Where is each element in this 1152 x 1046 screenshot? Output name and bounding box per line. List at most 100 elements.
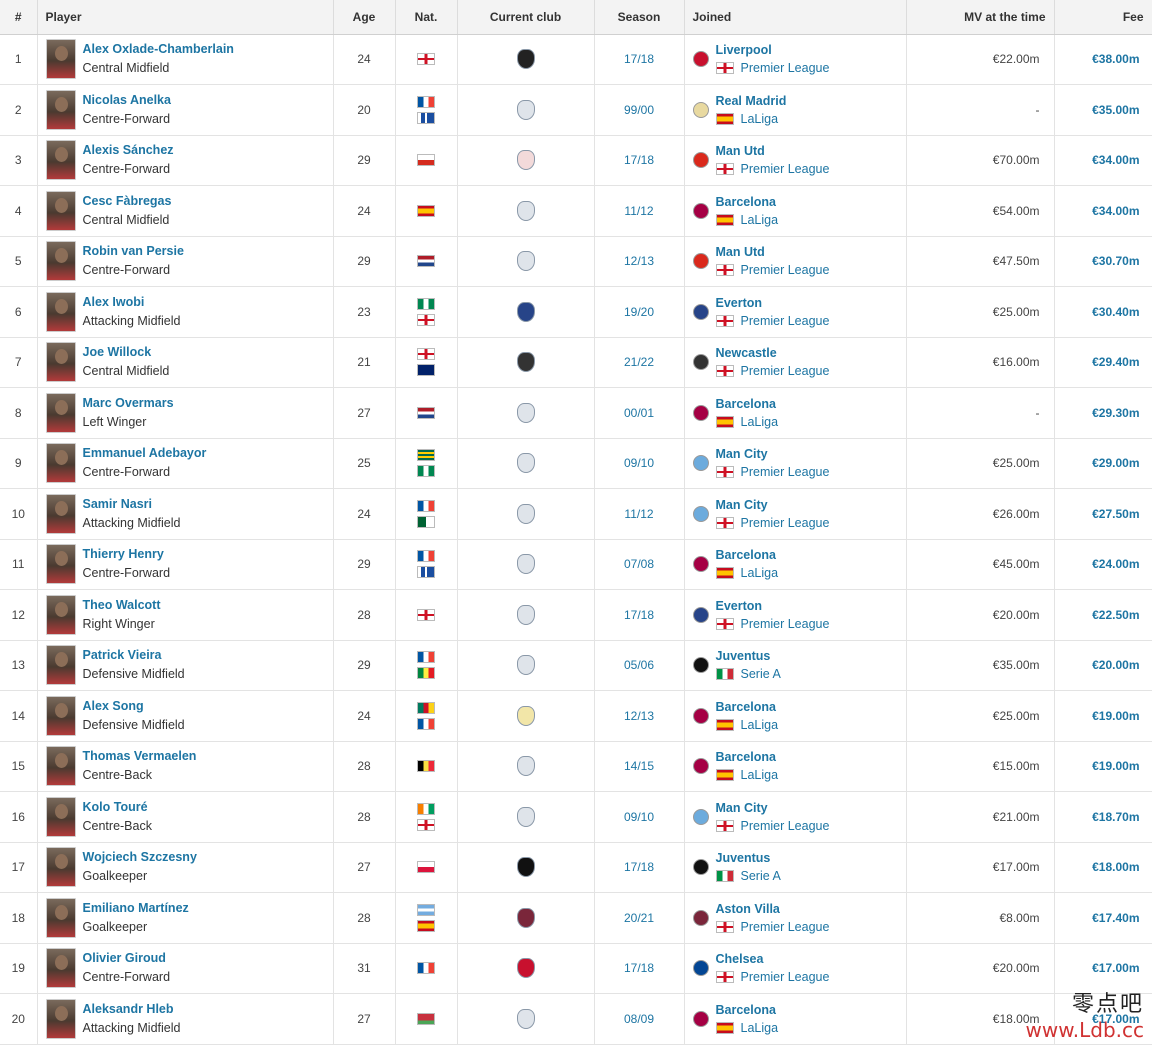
player-photo[interactable]	[45, 89, 76, 130]
player-photo[interactable]	[45, 392, 76, 433]
barcelona-crest-icon[interactable]	[692, 758, 709, 775]
juventus-crest-icon[interactable]	[692, 859, 709, 876]
player-photo[interactable]	[45, 948, 76, 989]
player-name-link[interactable]: Thomas Vermaelen	[83, 747, 197, 766]
joined-club-link[interactable]: Barcelona	[716, 395, 779, 413]
barcelona-crest-icon[interactable]	[692, 404, 709, 421]
joined-club-link[interactable]: Chelsea	[716, 950, 830, 968]
retired-icon[interactable]	[516, 453, 535, 474]
fee-cell[interactable]: €30.70m	[1054, 236, 1152, 287]
season-cell[interactable]: 11/12	[594, 185, 685, 237]
joined-club-link[interactable]: Man City	[716, 445, 830, 463]
fee-cell[interactable]: €34.00m	[1054, 185, 1152, 237]
man-city-crest-icon[interactable]	[692, 505, 709, 522]
fee-cell[interactable]: €27.50m	[1054, 488, 1152, 540]
juventus-crest-icon[interactable]	[692, 657, 709, 674]
retired-icon[interactable]	[516, 99, 535, 120]
header-nationality[interactable]: Nat.	[395, 0, 458, 35]
joined-club-link[interactable]: Juventus	[716, 647, 781, 665]
ac-milan-crest-icon[interactable]	[516, 958, 535, 979]
fee-cell[interactable]: €30.40m	[1054, 286, 1152, 338]
season-cell[interactable]: 17/18	[594, 589, 685, 641]
retired-icon[interactable]	[516, 806, 535, 827]
season-cell[interactable]: 14/15	[594, 741, 685, 792]
league-link[interactable]: Premier League	[741, 968, 830, 986]
header-age[interactable]: Age	[333, 0, 396, 35]
player-photo[interactable]	[45, 140, 76, 181]
player-photo[interactable]	[45, 291, 76, 332]
joined-club-link[interactable]: Man Utd	[716, 142, 830, 160]
joined-club-link[interactable]: Liverpool	[716, 41, 830, 59]
season-cell[interactable]: 21/22	[594, 337, 685, 388]
fee-cell[interactable]: €19.00m	[1054, 690, 1152, 742]
season-cell[interactable]: 17/18	[594, 943, 685, 994]
retired-icon[interactable]	[516, 604, 535, 625]
league-link[interactable]: LaLiga	[741, 716, 779, 734]
fee-cell[interactable]: €29.00m	[1054, 438, 1152, 489]
league-link[interactable]: Serie A	[741, 665, 781, 683]
header-rank[interactable]: #	[0, 0, 38, 35]
player-name-link[interactable]: Thierry Henry	[83, 545, 171, 564]
fee-cell[interactable]: €24.00m	[1054, 539, 1152, 590]
fee-cell[interactable]: €29.40m	[1054, 337, 1152, 388]
season-cell[interactable]: 17/18	[594, 135, 685, 186]
header-joined[interactable]: Joined	[684, 0, 907, 35]
player-name-link[interactable]: Cesc Fàbregas	[83, 192, 172, 211]
league-link[interactable]: Premier League	[741, 918, 830, 936]
player-name-link[interactable]: Nicolas Anelka	[83, 91, 171, 110]
season-cell[interactable]: 12/13	[594, 690, 685, 742]
header-season[interactable]: Season	[594, 0, 685, 35]
header-market-value[interactable]: MV at the time	[906, 0, 1055, 35]
player-photo[interactable]	[45, 241, 76, 282]
everton-crest-icon[interactable]	[516, 301, 535, 322]
joined-club-link[interactable]: Barcelona	[716, 193, 779, 211]
retired-icon[interactable]	[516, 756, 535, 777]
barcelona-crest-icon[interactable]	[692, 556, 709, 573]
chelsea-crest-icon[interactable]	[692, 960, 709, 977]
juventus-crest-icon[interactable]	[516, 857, 535, 878]
retired-icon[interactable]	[516, 655, 535, 676]
header-player[interactable]: Player	[37, 0, 334, 35]
season-cell[interactable]: 08/09	[594, 993, 685, 1045]
joined-club-link[interactable]: Barcelona	[716, 698, 779, 716]
league-link[interactable]: Premier League	[741, 817, 830, 835]
player-name-link[interactable]: Kolo Touré	[83, 798, 152, 817]
retired-icon[interactable]	[516, 402, 535, 423]
fee-cell[interactable]: €34.00m	[1054, 135, 1152, 186]
league-link[interactable]: Premier League	[741, 362, 830, 380]
player-name-link[interactable]: Patrick Vieira	[83, 646, 185, 665]
player-name-link[interactable]: Olivier Giroud	[83, 949, 171, 968]
season-cell[interactable]: 17/18	[594, 34, 685, 85]
aston-villa-crest-icon[interactable]	[692, 909, 709, 926]
player-photo[interactable]	[45, 695, 76, 736]
man-city-crest-icon[interactable]	[692, 455, 709, 472]
player-name-link[interactable]: Emmanuel Adebayor	[83, 444, 207, 463]
league-link[interactable]: LaLiga	[741, 110, 779, 128]
league-link[interactable]: Premier League	[741, 160, 830, 178]
player-name-link[interactable]: Theo Walcott	[83, 596, 161, 615]
liverpool-crest-icon[interactable]	[692, 51, 709, 68]
fee-cell[interactable]: €38.00m	[1054, 34, 1152, 85]
barcelona-crest-icon[interactable]	[692, 1010, 709, 1027]
joined-club-link[interactable]: Barcelona	[716, 1001, 779, 1019]
player-photo[interactable]	[45, 443, 76, 484]
retired-icon[interactable]	[516, 251, 535, 272]
season-cell[interactable]: 09/10	[594, 791, 685, 843]
player-name-link[interactable]: Alexis Sánchez	[83, 141, 174, 160]
season-cell[interactable]: 11/12	[594, 488, 685, 540]
player-photo[interactable]	[45, 897, 76, 938]
retired-icon[interactable]	[516, 554, 535, 575]
player-name-link[interactable]: Alex Song	[83, 697, 185, 716]
player-photo[interactable]	[45, 594, 76, 635]
joined-club-link[interactable]: Barcelona	[716, 748, 779, 766]
player-name-link[interactable]: Alex Oxlade-Chamberlain	[83, 40, 234, 59]
player-name-link[interactable]: Alex Iwobi	[83, 293, 181, 312]
player-photo[interactable]	[45, 39, 76, 80]
joined-club-link[interactable]: Juventus	[716, 849, 781, 867]
barcelona-crest-icon[interactable]	[692, 202, 709, 219]
barcelona-crest-icon[interactable]	[692, 707, 709, 724]
everton-crest-icon[interactable]	[692, 303, 709, 320]
joined-club-link[interactable]: Newcastle	[716, 344, 830, 362]
fee-cell[interactable]: €19.00m	[1054, 741, 1152, 792]
joined-club-link[interactable]: Aston Villa	[716, 900, 830, 918]
